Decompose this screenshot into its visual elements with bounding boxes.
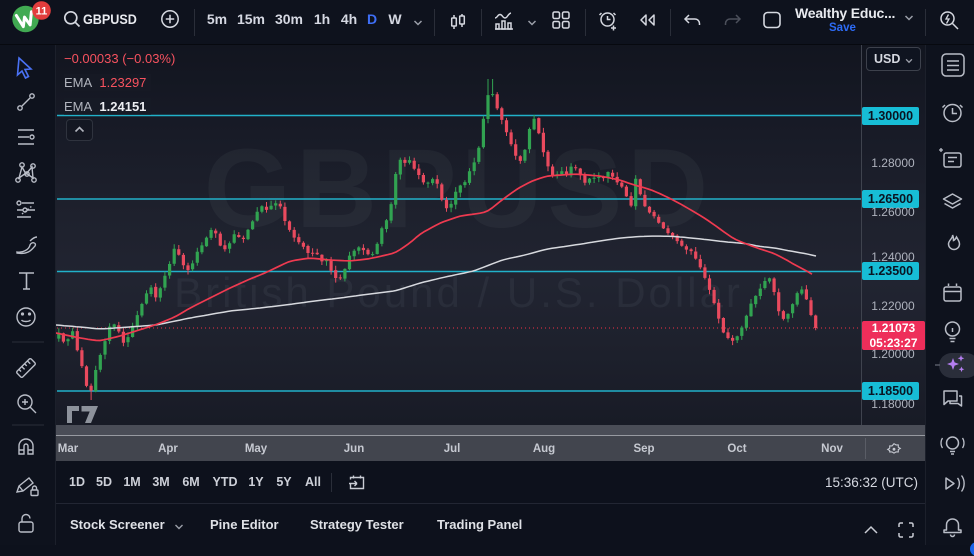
svg-text:11: 11 [36, 6, 48, 18]
